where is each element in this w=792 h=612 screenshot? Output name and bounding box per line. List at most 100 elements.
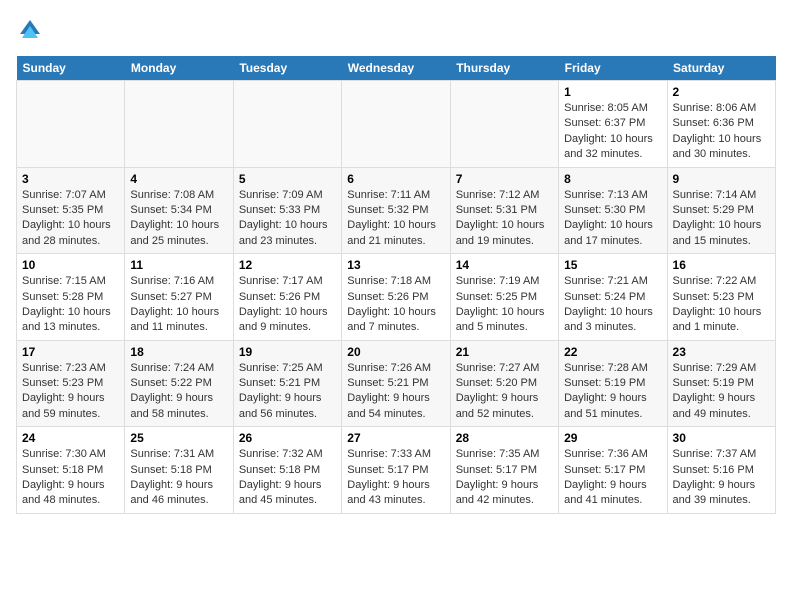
day-info: Sunrise: 7:29 AMSunset: 5:19 PMDaylight:…: [673, 361, 770, 423]
calendar-cell: [342, 81, 450, 168]
day-info: Sunrise: 7:17 AMSunset: 5:26 PMDaylight:…: [239, 274, 336, 336]
calendar-cell: 16 Sunrise: 7:22 AMSunset: 5:23 PMDayligh…: [667, 254, 775, 341]
day-number: 18: [130, 345, 227, 359]
day-number: 28: [456, 431, 553, 445]
calendar-cell: 21 Sunrise: 7:27 AMSunset: 5:20 PMDayligh…: [450, 340, 558, 427]
col-header-thursday: Thursday: [450, 56, 558, 81]
day-info: Sunrise: 7:32 AMSunset: 5:18 PMDaylight:…: [239, 447, 336, 509]
day-info: Sunrise: 7:25 AMSunset: 5:21 PMDaylight:…: [239, 361, 336, 423]
day-info: Sunrise: 7:16 AMSunset: 5:27 PMDaylight:…: [130, 274, 227, 336]
calendar-cell: 1 Sunrise: 8:05 AMSunset: 6:37 PMDaylight…: [559, 81, 667, 168]
day-number: 6: [347, 172, 444, 186]
day-info: Sunrise: 7:23 AMSunset: 5:23 PMDaylight:…: [22, 361, 119, 423]
col-header-saturday: Saturday: [667, 56, 775, 81]
logo-icon: [16, 16, 44, 44]
calendar-cell: 12 Sunrise: 7:17 AMSunset: 5:26 PMDayligh…: [233, 254, 341, 341]
calendar-cell: 23 Sunrise: 7:29 AMSunset: 5:19 PMDayligh…: [667, 340, 775, 427]
day-number: 17: [22, 345, 119, 359]
page-header: [16, 16, 776, 44]
day-info: Sunrise: 7:15 AMSunset: 5:28 PMDaylight:…: [22, 274, 119, 336]
calendar-cell: [17, 81, 125, 168]
day-number: 23: [673, 345, 770, 359]
day-number: 22: [564, 345, 661, 359]
day-number: 5: [239, 172, 336, 186]
day-number: 30: [673, 431, 770, 445]
calendar-cell: 7 Sunrise: 7:12 AMSunset: 5:31 PMDaylight…: [450, 167, 558, 254]
day-info: Sunrise: 7:27 AMSunset: 5:20 PMDaylight:…: [456, 361, 553, 423]
calendar-cell: 14 Sunrise: 7:19 AMSunset: 5:25 PMDayligh…: [450, 254, 558, 341]
day-number: 25: [130, 431, 227, 445]
day-info: Sunrise: 7:11 AMSunset: 5:32 PMDaylight:…: [347, 188, 444, 250]
day-number: 26: [239, 431, 336, 445]
day-number: 11: [130, 258, 227, 272]
day-number: 1: [564, 85, 661, 99]
week-row-2: 10Sunrise: 7:15 AMSunset: 5:28 PMDayligh…: [17, 254, 776, 341]
day-number: 16: [673, 258, 770, 272]
day-number: 21: [456, 345, 553, 359]
day-info: Sunrise: 7:35 AMSunset: 5:17 PMDaylight:…: [456, 447, 553, 509]
day-number: 27: [347, 431, 444, 445]
day-info: Sunrise: 7:18 AMSunset: 5:26 PMDaylight:…: [347, 274, 444, 336]
week-row-4: 24 Sunrise: 7:30 AMSunset: 5:18 PMDayligh…: [17, 427, 776, 514]
calendar-cell: 4 Sunrise: 7:08 AMSunset: 5:34 PMDaylight…: [125, 167, 233, 254]
day-number: 24: [22, 431, 119, 445]
calendar-cell: 10Sunrise: 7:15 AMSunset: 5:28 PMDayligh…: [17, 254, 125, 341]
day-number: 14: [456, 258, 553, 272]
day-number: 7: [456, 172, 553, 186]
week-row-1: 3 Sunrise: 7:07 AMSunset: 5:35 PMDaylight…: [17, 167, 776, 254]
calendar-cell: 20Sunrise: 7:26 AMSunset: 5:21 PMDayligh…: [342, 340, 450, 427]
day-number: 9: [673, 172, 770, 186]
day-info: Sunrise: 7:37 AMSunset: 5:16 PMDaylight:…: [673, 447, 770, 509]
calendar-cell: 19 Sunrise: 7:25 AMSunset: 5:21 PMDayligh…: [233, 340, 341, 427]
calendar-cell: 11 Sunrise: 7:16 AMSunset: 5:27 PMDayligh…: [125, 254, 233, 341]
day-number: 8: [564, 172, 661, 186]
day-info: Sunrise: 7:19 AMSunset: 5:25 PMDaylight:…: [456, 274, 553, 336]
day-number: 20: [347, 345, 444, 359]
calendar-cell: 6 Sunrise: 7:11 AMSunset: 5:32 PMDaylight…: [342, 167, 450, 254]
day-info: Sunrise: 7:33 AMSunset: 5:17 PMDaylight:…: [347, 447, 444, 509]
calendar-cell: 25 Sunrise: 7:31 AMSunset: 5:18 PMDayligh…: [125, 427, 233, 514]
day-number: 19: [239, 345, 336, 359]
calendar-cell: [125, 81, 233, 168]
day-number: 3: [22, 172, 119, 186]
week-row-3: 17 Sunrise: 7:23 AMSunset: 5:23 PMDayligh…: [17, 340, 776, 427]
calendar-cell: 3 Sunrise: 7:07 AMSunset: 5:35 PMDaylight…: [17, 167, 125, 254]
day-info: Sunrise: 7:07 AMSunset: 5:35 PMDaylight:…: [22, 188, 119, 250]
calendar-table: SundayMondayTuesdayWednesdayThursdayFrid…: [16, 56, 776, 514]
calendar-cell: 22 Sunrise: 7:28 AMSunset: 5:19 PMDayligh…: [559, 340, 667, 427]
day-info: Sunrise: 7:36 AMSunset: 5:17 PMDaylight:…: [564, 447, 661, 509]
calendar-cell: 18 Sunrise: 7:24 AMSunset: 5:22 PMDayligh…: [125, 340, 233, 427]
day-info: Sunrise: 7:13 AMSunset: 5:30 PMDaylight:…: [564, 188, 661, 250]
day-info: Sunrise: 7:22 AMSunset: 5:23 PMDaylight:…: [673, 274, 770, 336]
day-number: 12: [239, 258, 336, 272]
day-info: Sunrise: 7:24 AMSunset: 5:22 PMDaylight:…: [130, 361, 227, 423]
calendar-cell: [450, 81, 558, 168]
calendar-cell: 15Sunrise: 7:21 AMSunset: 5:24 PMDayligh…: [559, 254, 667, 341]
calendar-cell: 2Sunrise: 8:06 AMSunset: 6:36 PMDaylight…: [667, 81, 775, 168]
calendar-cell: 9Sunrise: 7:14 AMSunset: 5:29 PMDaylight…: [667, 167, 775, 254]
col-header-wednesday: Wednesday: [342, 56, 450, 81]
day-number: 29: [564, 431, 661, 445]
day-info: Sunrise: 7:09 AMSunset: 5:33 PMDaylight:…: [239, 188, 336, 250]
calendar-cell: 13 Sunrise: 7:18 AMSunset: 5:26 PMDayligh…: [342, 254, 450, 341]
day-info: Sunrise: 7:21 AMSunset: 5:24 PMDaylight:…: [564, 274, 661, 336]
day-info: Sunrise: 7:30 AMSunset: 5:18 PMDaylight:…: [22, 447, 119, 509]
col-header-friday: Friday: [559, 56, 667, 81]
day-number: 2: [673, 85, 770, 99]
calendar-header-row: SundayMondayTuesdayWednesdayThursdayFrid…: [17, 56, 776, 81]
col-header-monday: Monday: [125, 56, 233, 81]
day-info: Sunrise: 7:12 AMSunset: 5:31 PMDaylight:…: [456, 188, 553, 250]
day-number: 13: [347, 258, 444, 272]
calendar-cell: 27 Sunrise: 7:33 AMSunset: 5:17 PMDayligh…: [342, 427, 450, 514]
day-info: Sunrise: 7:28 AMSunset: 5:19 PMDaylight:…: [564, 361, 661, 423]
calendar-cell: 29 Sunrise: 7:36 AMSunset: 5:17 PMDayligh…: [559, 427, 667, 514]
day-info: Sunrise: 7:31 AMSunset: 5:18 PMDaylight:…: [130, 447, 227, 509]
calendar-cell: 8 Sunrise: 7:13 AMSunset: 5:30 PMDaylight…: [559, 167, 667, 254]
calendar-cell: 28 Sunrise: 7:35 AMSunset: 5:17 PMDayligh…: [450, 427, 558, 514]
calendar-cell: 5 Sunrise: 7:09 AMSunset: 5:33 PMDaylight…: [233, 167, 341, 254]
day-info: Sunrise: 7:08 AMSunset: 5:34 PMDaylight:…: [130, 188, 227, 250]
calendar-cell: [233, 81, 341, 168]
col-header-tuesday: Tuesday: [233, 56, 341, 81]
day-info: Sunrise: 8:05 AMSunset: 6:37 PMDaylight:…: [564, 101, 661, 163]
day-number: 4: [130, 172, 227, 186]
